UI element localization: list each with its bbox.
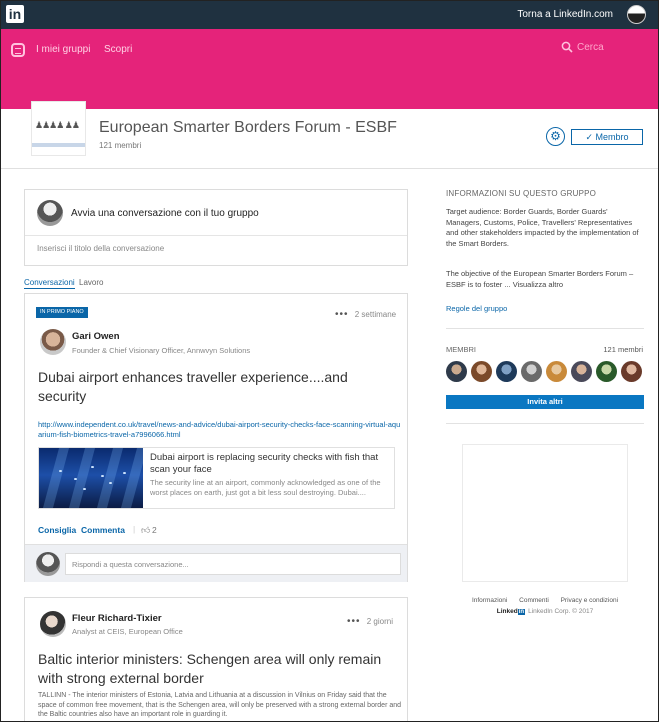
- preview-title: Dubai airport is replacing security chec…: [150, 452, 379, 475]
- linkedin-top-bar: in Torna a LinkedIn.com: [1, 1, 658, 29]
- composer-avatar: [37, 200, 63, 226]
- like-button[interactable]: Consiglia: [38, 525, 76, 535]
- group-rules-link[interactable]: Regole del gruppo: [446, 304, 644, 313]
- footer-info-link[interactable]: Informazioni: [472, 597, 507, 604]
- post-timestamp: 2 giorni: [366, 617, 393, 626]
- author-headline: Analyst at CEIS, European Office: [72, 627, 183, 636]
- about-text: Target audience: Border Guards, Border G…: [446, 207, 639, 248]
- back-to-linkedin-link[interactable]: Torna a LinkedIn.com: [517, 9, 613, 20]
- author-name[interactable]: Gari Owen: [72, 331, 120, 342]
- conversation-post: IN PRIMO PIANO ••• 2 settimane Gari Owen…: [24, 293, 408, 582]
- member-avatar[interactable]: [471, 361, 492, 382]
- about-objective: The objective of the European Smarter Bo…: [446, 269, 644, 290]
- link-preview[interactable]: Dubai airport is replacing security chec…: [38, 447, 395, 509]
- more-options-icon[interactable]: •••: [335, 309, 349, 320]
- member-avatar[interactable]: [546, 361, 567, 382]
- reply-avatar: [36, 552, 60, 576]
- member-avatar[interactable]: [571, 361, 592, 382]
- divider: [446, 423, 644, 424]
- author-name[interactable]: Fleur Richard-Tixier: [72, 613, 162, 624]
- author-avatar[interactable]: [40, 611, 66, 637]
- tab-conversations[interactable]: Conversazioni: [24, 278, 75, 289]
- members-count[interactable]: 121 membri: [575, 345, 643, 354]
- copyright-text: LinkedIn Corp. © 2017: [528, 608, 594, 615]
- like-count[interactable]: 2: [152, 525, 157, 535]
- about-heading: INFORMAZIONI SU QUESTO GRUPPO: [446, 189, 597, 198]
- nav-discover[interactable]: Scopri: [104, 44, 132, 55]
- member-avatars: [446, 361, 646, 383]
- footer-privacy-link[interactable]: Privacy e condizioni: [561, 597, 618, 604]
- footer-comments-link[interactable]: Commenti: [519, 597, 549, 604]
- member-avatar[interactable]: [446, 361, 467, 382]
- preview-image: [39, 448, 143, 508]
- conversation-title-input[interactable]: [37, 244, 397, 253]
- group-logo[interactable]: ♟♟♟♟ ♟♟: [31, 101, 86, 156]
- post-body: TALLINN - The interior ministers of Esto…: [38, 692, 402, 718]
- post-title[interactable]: Baltic interior ministers: Schengen area…: [38, 650, 400, 688]
- member-avatar[interactable]: [496, 361, 517, 382]
- linkedin-wordmark: Linked: [496, 608, 518, 615]
- tab-work[interactable]: Lavoro: [79, 278, 103, 287]
- group-header: ♟♟♟♟ ♟♟ European Smarter Borders Forum -…: [1, 101, 658, 169]
- linkedin-in-box: in: [517, 609, 526, 615]
- search-input[interactable]: [577, 42, 637, 53]
- comment-button[interactable]: Commenta: [81, 525, 125, 535]
- start-conversation-prompt[interactable]: Avvia una conversazione con il tuo grupp…: [71, 208, 259, 219]
- group-logo-band: [32, 143, 85, 147]
- author-headline: Founder & Chief Visionary Officer, Annwv…: [72, 346, 251, 355]
- group-logo-figures: ♟♟♟♟ ♟♟: [35, 120, 80, 130]
- reply-bar: [25, 544, 407, 582]
- reply-input[interactable]: [65, 553, 401, 575]
- start-conversation-card: Avvia una conversazione con il tuo grupp…: [24, 189, 408, 266]
- ad-placeholder[interactable]: [462, 444, 628, 582]
- invite-button[interactable]: Invita altri: [446, 395, 644, 409]
- post-title[interactable]: Dubai airport enhances traveller experie…: [38, 368, 398, 406]
- post-link[interactable]: http://www.independent.co.uk/travel/news…: [38, 420, 403, 440]
- conversation-post: Fleur Richard-Tixier Analyst at CEIS, Eu…: [24, 597, 408, 721]
- group-title: European Smarter Borders Forum - ESBF: [99, 119, 397, 136]
- footer-links: Informazioni Commenti Privacy e condizio…: [446, 597, 644, 604]
- divider: [446, 328, 644, 329]
- author-avatar[interactable]: [40, 329, 66, 355]
- member-button[interactable]: ✓ Membro: [571, 129, 643, 145]
- footer-copyright: Linkedin LinkedIn Corp. © 2017: [446, 608, 644, 615]
- divider: [25, 235, 407, 236]
- action-separator: |: [133, 524, 136, 534]
- post-meta: ••• 2 giorni: [347, 616, 393, 627]
- linkedin-logo[interactable]: in: [6, 5, 24, 23]
- user-avatar[interactable]: [627, 5, 646, 24]
- group-member-count[interactable]: 121 membri: [99, 141, 141, 150]
- gear-icon[interactable]: ⚙: [546, 127, 565, 146]
- thumbs-up-icon: 👍︎: [141, 525, 151, 535]
- group-chat-icon[interactable]: [11, 43, 25, 57]
- search-icon[interactable]: [561, 41, 573, 53]
- member-avatar[interactable]: [521, 361, 542, 382]
- groups-nav-bar: I miei gruppi Scopri: [1, 29, 658, 109]
- nav-my-groups[interactable]: I miei gruppi: [36, 44, 90, 55]
- more-options-icon[interactable]: •••: [347, 616, 361, 627]
- member-avatar[interactable]: [596, 361, 617, 382]
- post-timestamp: 2 settimane: [354, 310, 397, 319]
- page-frame: in Torna a LinkedIn.com I miei gruppi Sc…: [0, 0, 659, 722]
- post-meta: ••• 2 settimane: [335, 309, 396, 320]
- preview-description: The security line at an airport, commonl…: [150, 478, 381, 497]
- member-avatar[interactable]: [621, 361, 642, 382]
- show-more-link[interactable]: Visualizza altro: [513, 280, 563, 289]
- featured-badge: IN PRIMO PIANO: [36, 307, 88, 318]
